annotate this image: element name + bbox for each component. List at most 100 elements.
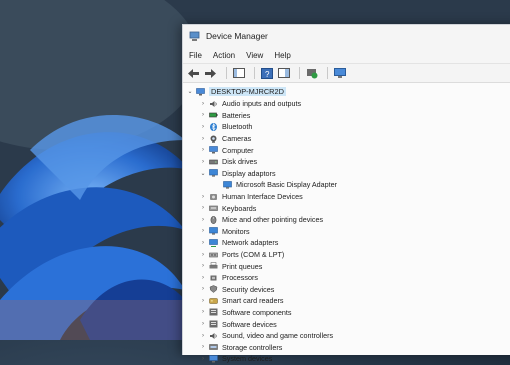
menu-file[interactable]: File bbox=[189, 51, 202, 60]
chevron-down-icon[interactable]: ⌄ bbox=[186, 88, 194, 95]
device-manager-window: Device Manager File Action View Help ? ⌄… bbox=[182, 24, 510, 363]
smartcard-icon bbox=[209, 298, 218, 304]
category-label: Sound, video and game controllers bbox=[222, 331, 334, 341]
tree-root[interactable]: ⌄ DESKTOP-MJRCR2D bbox=[183, 85, 510, 98]
chevron-right-icon[interactable]: › bbox=[199, 228, 207, 234]
show-hide-console-tree-button[interactable] bbox=[232, 67, 245, 79]
chevron-right-icon[interactable]: › bbox=[199, 309, 207, 315]
category-item[interactable]: › Print queues bbox=[183, 260, 510, 272]
help-panel-icon bbox=[277, 68, 290, 78]
category-item[interactable]: › System devices bbox=[183, 353, 510, 365]
hid-icon bbox=[210, 193, 217, 200]
chevron-right-icon[interactable]: › bbox=[199, 356, 207, 362]
category-label: Batteries bbox=[222, 110, 251, 120]
category-item[interactable]: › Disk drives bbox=[183, 156, 510, 168]
category-item[interactable]: › Processors bbox=[183, 272, 510, 284]
speaker-icon bbox=[210, 100, 217, 107]
window-title: Device Manager bbox=[206, 31, 268, 41]
toolbar-separator bbox=[254, 67, 255, 79]
speaker-icon bbox=[210, 332, 217, 339]
category-item[interactable]: › Smart card readers bbox=[183, 295, 510, 307]
category-item[interactable]: › Human Interface Devices bbox=[183, 191, 510, 203]
category-item[interactable]: › Software devices bbox=[183, 318, 510, 330]
chevron-down-icon[interactable]: ⌄ bbox=[199, 170, 207, 177]
category-item[interactable]: › Software components bbox=[183, 307, 510, 319]
back-button[interactable] bbox=[187, 67, 200, 79]
chevron-right-icon[interactable]: › bbox=[199, 263, 207, 269]
category-item[interactable]: › Security devices bbox=[183, 284, 510, 296]
security-icon bbox=[209, 285, 218, 294]
chevron-right-icon[interactable]: › bbox=[199, 275, 207, 281]
category-label: Security devices bbox=[222, 284, 275, 294]
category-item[interactable]: › Mice and other pointing devices bbox=[183, 214, 510, 226]
category-item[interactable]: › Computer bbox=[183, 144, 510, 156]
help-button[interactable] bbox=[277, 67, 290, 79]
category-item[interactable]: ⌄ Display adaptors bbox=[183, 168, 510, 180]
category-item[interactable]: › Monitors bbox=[183, 226, 510, 238]
category-item[interactable]: › Keyboards bbox=[183, 202, 510, 214]
forward-button[interactable] bbox=[204, 67, 217, 79]
bluetooth-icon bbox=[210, 122, 217, 131]
category-label: Computer bbox=[222, 145, 254, 155]
category-item[interactable]: › Ports (COM & LPT) bbox=[183, 249, 510, 261]
category-item[interactable]: › Bluetooth bbox=[183, 121, 510, 133]
category-label: Cameras bbox=[222, 134, 252, 144]
computer-icon bbox=[209, 146, 218, 154]
tree-items: › Audio inputs and outputs › Batteries › Blue… bbox=[183, 98, 510, 365]
title-bar: Device Manager bbox=[183, 25, 510, 47]
console-tree-icon bbox=[232, 68, 245, 78]
device-item[interactable]: Microsoft Basic Display Adapter bbox=[183, 179, 510, 191]
chevron-right-icon[interactable]: › bbox=[199, 194, 207, 200]
category-item[interactable]: › Audio inputs and outputs bbox=[183, 98, 510, 110]
chevron-right-icon[interactable]: › bbox=[199, 136, 207, 142]
menu-view[interactable]: View bbox=[246, 51, 263, 60]
chevron-right-icon[interactable]: › bbox=[199, 112, 207, 118]
chevron-right-icon[interactable]: › bbox=[199, 344, 207, 350]
category-item[interactable]: › Storage controllers bbox=[183, 341, 510, 353]
category-item[interactable]: › Batteries bbox=[183, 110, 510, 122]
category-label: Software devices bbox=[222, 319, 277, 329]
toolbar-separator bbox=[226, 67, 227, 79]
category-label: Mice and other pointing devices bbox=[222, 215, 324, 225]
computer-icon bbox=[196, 87, 205, 95]
chevron-right-icon[interactable]: › bbox=[199, 147, 207, 153]
chevron-right-icon[interactable]: › bbox=[199, 286, 207, 292]
chevron-right-icon[interactable]: › bbox=[199, 205, 207, 211]
monitor-icon bbox=[209, 227, 218, 235]
category-label: Disk drives bbox=[222, 157, 258, 167]
category-label: System devices bbox=[222, 354, 273, 364]
chevron-right-icon[interactable]: › bbox=[199, 240, 207, 246]
network-icon bbox=[209, 239, 218, 247]
category-label: Processors bbox=[222, 273, 258, 283]
menu-help[interactable]: Help bbox=[274, 51, 290, 60]
category-item[interactable]: › Cameras bbox=[183, 133, 510, 145]
category-label: Software components bbox=[222, 307, 292, 317]
category-item[interactable]: › Network adapters bbox=[183, 237, 510, 249]
arrow-left-icon bbox=[188, 68, 199, 78]
chevron-right-icon[interactable]: › bbox=[199, 217, 207, 223]
update-driver-button[interactable] bbox=[305, 67, 318, 79]
category-label: Network adapters bbox=[222, 238, 279, 248]
chevron-right-icon[interactable]: › bbox=[199, 298, 207, 304]
battery-icon bbox=[209, 113, 218, 118]
chevron-right-icon[interactable]: › bbox=[199, 124, 207, 130]
category-label: Bluetooth bbox=[222, 122, 253, 132]
properties-button[interactable]: ? bbox=[260, 67, 273, 79]
svg-text:?: ? bbox=[265, 70, 270, 79]
menu-action[interactable]: Action bbox=[213, 51, 235, 60]
chevron-right-icon[interactable]: › bbox=[199, 321, 207, 327]
port-icon bbox=[209, 252, 218, 257]
chevron-right-icon[interactable]: › bbox=[199, 333, 207, 339]
properties-icon: ? bbox=[260, 67, 273, 79]
tree-root-label: DESKTOP-MJRCR2D bbox=[209, 87, 286, 96]
camera-icon bbox=[210, 135, 217, 143]
monitor-icon bbox=[223, 181, 232, 189]
keyboard-icon bbox=[209, 205, 218, 211]
menu-bar: File Action View Help bbox=[183, 47, 510, 63]
chevron-right-icon[interactable]: › bbox=[199, 252, 207, 258]
chevron-right-icon[interactable]: › bbox=[199, 101, 207, 107]
scan-hardware-changes-button[interactable] bbox=[333, 67, 346, 79]
toolbar-separator bbox=[327, 67, 328, 79]
chevron-right-icon[interactable]: › bbox=[199, 159, 207, 165]
category-label: Print queues bbox=[222, 261, 263, 271]
